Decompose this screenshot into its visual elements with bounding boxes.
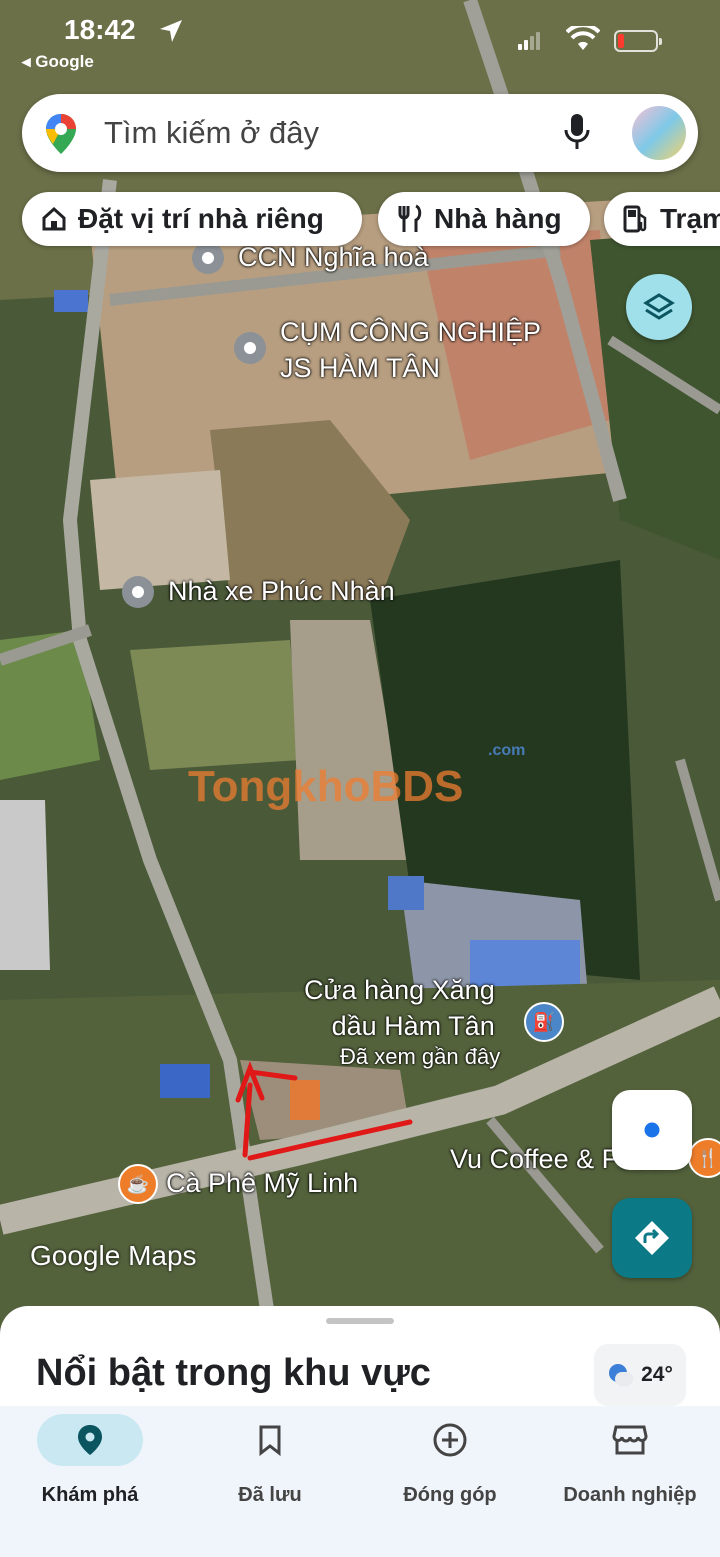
nav-contribute-icon-wrap (397, 1414, 503, 1466)
cellular-signal-icon (518, 30, 540, 50)
place-note-recent: Đã xem gần đây (340, 1044, 501, 1069)
status-bar: 18:42 ◂ Google (0, 0, 720, 80)
search-bar[interactable] (22, 94, 698, 172)
watermark-text: TongkhoBDS (188, 762, 464, 811)
my-location-icon (641, 1119, 663, 1141)
google-maps-attribution: Google Maps (30, 1240, 197, 1271)
chip-label: Đặt vị trí nhà riêng (78, 203, 324, 234)
chip-label: Nhà hàng (434, 203, 562, 234)
avatar[interactable] (632, 106, 686, 160)
bookmark-icon (259, 1425, 281, 1456)
back-to-app[interactable]: ◂ Google (22, 52, 94, 72)
chip-home[interactable]: Đặt vị trí nhà riêng (22, 192, 362, 246)
place-label-cum-cong-nghiep[interactable]: CỤM CÔNG NGHIỆP JS HÀM TÂN (280, 314, 541, 386)
search-input[interactable] (102, 110, 546, 156)
weather-badge[interactable]: 24° (594, 1344, 686, 1406)
nav-label: Doanh nghiệp (563, 1484, 697, 1506)
nav-label: Đóng góp (403, 1484, 497, 1506)
google-maps-logo-icon (46, 114, 76, 154)
nav-saved-icon-wrap (217, 1414, 323, 1466)
home-icon (40, 205, 68, 233)
nav-label: Khám phá (41, 1484, 139, 1506)
status-time: 18:42 (64, 14, 136, 45)
category-chips: Đặt vị trí nhà riêng Nhà hàng Trạm xăng (0, 192, 720, 248)
nav-label: Đã lưu (238, 1484, 302, 1506)
weather-icon (607, 1362, 634, 1388)
nav-explore-icon-wrap (37, 1414, 143, 1466)
restaurant-icon (396, 204, 424, 234)
add-circle-icon (433, 1423, 467, 1457)
my-location-button[interactable] (612, 1090, 692, 1170)
cafe-pin-icon[interactable]: ☕ (118, 1164, 158, 1204)
sheet-drag-handle[interactable] (326, 1318, 394, 1324)
location-arrow-icon (160, 20, 182, 42)
place-pin-icon[interactable] (122, 576, 154, 608)
gas-station-pin-icon[interactable]: ⛽ (524, 1002, 564, 1042)
place-label-nha-xe[interactable]: Nhà xe Phúc Nhàn (168, 576, 395, 607)
directions-icon (635, 1221, 669, 1255)
chip-label: Trạm xăng (660, 203, 720, 234)
place-pin-icon[interactable] (234, 332, 266, 364)
location-pin-icon (78, 1425, 102, 1455)
place-label-gas-station[interactable]: Cửa hàng Xăng dầu Hàm Tân (304, 972, 495, 1044)
storefront-icon (612, 1425, 648, 1455)
layers-icon (643, 293, 675, 320)
chip-restaurant[interactable]: Nhà hàng (378, 192, 590, 246)
weather-temp: 24° (641, 1363, 673, 1386)
restaurant-pin-icon[interactable]: 🍴 (688, 1138, 720, 1178)
chip-gas-station[interactable]: Trạm xăng (604, 192, 720, 246)
wifi-icon (566, 26, 600, 50)
nav-business-icon-wrap (577, 1414, 683, 1466)
nav-contribute[interactable]: Đóng góp (360, 1414, 540, 1507)
bottom-sheet[interactable]: Nổi bật trong khu vực 24° (0, 1306, 720, 1406)
bottom-navigation: Khám phá Đã lưu Đóng góp Doanh nghiệp (0, 1406, 720, 1557)
directions-button[interactable] (612, 1198, 692, 1278)
watermark-suffix: .com (488, 742, 526, 759)
nav-business[interactable]: Doanh nghiệp (540, 1414, 720, 1507)
microphone-icon[interactable] (562, 112, 592, 152)
place-label-ca-phe[interactable]: Cà Phê Mỹ Linh (166, 1168, 358, 1199)
gas-station-icon (622, 204, 650, 234)
map-layers-button[interactable] (626, 274, 692, 340)
sheet-title: Nổi bật trong khu vực (36, 1352, 431, 1394)
nav-explore[interactable]: Khám phá (0, 1414, 180, 1507)
nav-saved[interactable]: Đã lưu (180, 1414, 360, 1507)
watermark: TongkhoBDS .com (188, 742, 525, 812)
battery-icon (614, 30, 662, 52)
